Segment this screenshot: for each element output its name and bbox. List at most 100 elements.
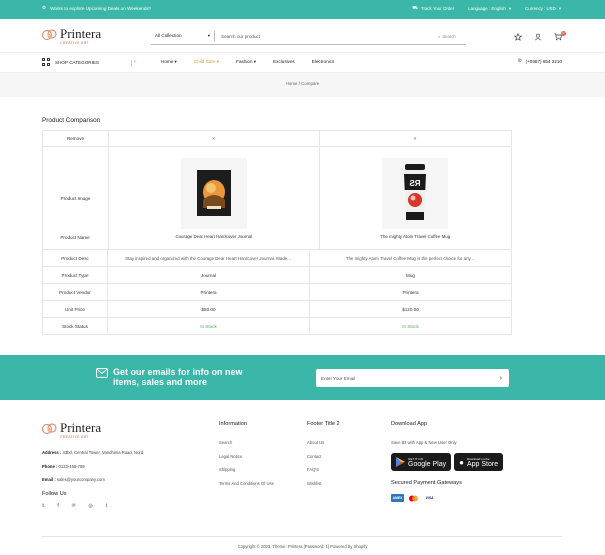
cart-count-badge: 0 (561, 31, 566, 36)
footer-column-2: Footer Title 2 About Us Contact FAQ'S Wi… (307, 421, 340, 490)
comparison-table-details: Product Desc Stay inspired and organized… (41, 249, 512, 335)
footer-link[interactable]: Wishlist (307, 477, 340, 491)
settings-icon: ⚙ (42, 5, 47, 10)
footer-column-information: Information Search Legal Notice Shipping… (219, 421, 274, 490)
nav-item-electronics[interactable]: Electronics (312, 59, 334, 65)
product-name-link[interactable]: Courage Dear Heart Hardcover Journal (109, 234, 319, 239)
arrow-right-icon[interactable]: › (500, 375, 502, 382)
search-button[interactable]: ⌕ Search (438, 34, 466, 39)
breadcrumb-home-link[interactable]: Home (286, 81, 298, 86)
support-phone[interactable]: ✆ (+0987) 654 3210 (518, 58, 562, 64)
comparison-table: Remove × × Product Image Courage Dear He… (42, 130, 513, 250)
email-value[interactable]: sales@yourcompany.com (57, 477, 105, 482)
stock-status: In Stock (107, 317, 310, 335)
language-label: Language : English (468, 6, 506, 11)
product-price: $120.00 (309, 300, 512, 318)
remove-button[interactable]: × (318, 130, 513, 147)
table-row: Remove × × (42, 130, 513, 147)
row-label-desc: Product Desc (41, 249, 109, 267)
table-row: Stock Status In Stock In Stock (41, 317, 512, 335)
product-name-link[interactable]: The mighty Atom Travel Coffee Mug (320, 234, 511, 239)
twitter-icon[interactable]: 𝕥 (42, 503, 44, 509)
product-type: Mug (309, 266, 512, 284)
copyright: Copyright © 2023. Theme: Printera [Passw… (237, 544, 368, 549)
product-price: $50.00 (107, 300, 310, 318)
footer-link[interactable]: Terms And Conditions Of Use (219, 477, 274, 491)
nav-label: Fashion (236, 59, 253, 64)
language-selector[interactable]: Language : English ▾ (468, 6, 511, 12)
phone-value[interactable]: 0123-456-789 (59, 464, 85, 469)
product-image-mug[interactable]: ƧЯ (382, 157, 449, 229)
remove-button[interactable]: × (108, 130, 320, 147)
page-title: Product Comparison (42, 117, 101, 124)
mail-icon (96, 368, 108, 380)
table-row: Product Type Journal Mug (41, 266, 512, 284)
currency-label: Currency : USD (525, 6, 556, 11)
phone-line: Phone : 0123-456-789 (42, 460, 143, 474)
tumblr-icon[interactable]: t (106, 503, 107, 509)
amex-icon: AMEX (391, 494, 404, 502)
site-header: Printera CREATIVE ART All Collection ▾ S… (0, 19, 605, 53)
search-icon: ⌕ (438, 33, 441, 39)
nav-label: Child Care (193, 59, 216, 64)
menu-toggle-icon[interactable]: ⁝⁝ (134, 59, 137, 64)
newsletter-heading-line: items, sales and more (113, 377, 208, 387)
footer-link[interactable]: Search (219, 436, 274, 450)
track-order-link[interactable]: ⛟ Track Your Order (412, 5, 454, 12)
brand-name: Printera (60, 26, 102, 41)
category-select[interactable]: All Collection ▾ (151, 33, 214, 39)
app-store-badge[interactable]: ● Download on the App Store (454, 453, 504, 471)
footer-link[interactable]: About Us (307, 436, 340, 450)
search-bar: All Collection ▾ Search our product ⌕ Se… (151, 28, 466, 45)
logo[interactable]: Printera CREATIVE ART (42, 26, 102, 45)
search-input[interactable]: Search our product (221, 34, 438, 39)
brand-name: Printera (60, 420, 102, 435)
svg-text:ƧЯ: ƧЯ (410, 179, 421, 188)
currency-selector[interactable]: Currency : USD ▾ (525, 6, 561, 12)
footer-logo[interactable]: Printera CREATIVE ART (42, 420, 102, 439)
row-label-price: Unit Price (41, 300, 109, 318)
app-promo-text: Save $3 with App & New User Only (391, 440, 457, 445)
newsletter-section: Get our emails for info on new items, sa… (0, 355, 605, 400)
address-value: 43bd, Central Tower, Vandhima Road, Nord (62, 450, 144, 455)
footer-column-title: Footer Title 2 (307, 421, 340, 427)
category-value: All Collection (155, 33, 182, 38)
wishlist-star-icon[interactable] (513, 32, 523, 41)
social-links: 𝕥 f ℗ ◎ t (42, 503, 107, 509)
product-desc-cell: Stay inspired and organized with the Cou… (107, 249, 310, 267)
promo-banner[interactable]: ⚙ Wants to explore Upcoming Deals on Wee… (42, 5, 151, 11)
mastercard-icon: MC (407, 494, 420, 502)
nav-item-fashion[interactable]: Fashion ▾ (236, 59, 256, 65)
pinterest-icon[interactable]: ℗ (72, 503, 76, 509)
logo-mark-icon (42, 28, 58, 42)
product-desc: Stay inspired and organized with the Cou… (125, 255, 291, 261)
row-label-type: Product Type (41, 266, 109, 284)
nav-item-home[interactable]: Home ▾ (161, 59, 177, 65)
badge-big-text: Google Play (408, 460, 447, 468)
chevron-down-icon: ▾ (558, 5, 561, 11)
nav-label: Home (161, 59, 174, 64)
apple-icon: ● (459, 457, 464, 467)
google-play-badge[interactable]: GET IT ON Google Play (391, 453, 452, 471)
nav-item-exclusives[interactable]: Exclusives (273, 59, 295, 65)
product-type: Journal (107, 266, 310, 284)
top-bar: ⚙ Wants to explore Upcoming Deals on Wee… (0, 0, 605, 19)
newsletter-email-input[interactable]: Enter Your Email › (316, 369, 509, 387)
chevron-down-icon: ▾ (253, 59, 257, 64)
product-cell: ƧЯ The mighty Atom Travel Coffee Mug (318, 146, 513, 250)
product-image-journal[interactable] (180, 157, 247, 229)
footer-link[interactable]: Legal Notice (219, 450, 274, 464)
facebook-icon[interactable]: f (57, 503, 58, 509)
cart-icon[interactable]: 0 (554, 31, 566, 41)
track-order-label: Track Your Order (420, 6, 455, 11)
instagram-icon[interactable]: ◎ (88, 503, 92, 509)
nav-item-child-care[interactable]: Child Care ▾ (194, 59, 219, 65)
brand-tagline: CREATIVE ART (60, 435, 89, 439)
footer-link[interactable]: Shipping (219, 463, 274, 477)
user-account-icon[interactable] (534, 33, 542, 41)
shop-categories-button[interactable]: SHOP CATEGORIES (42, 58, 99, 66)
footer-link[interactable]: FAQ'S (307, 463, 340, 477)
footer-link[interactable]: Contact (307, 450, 340, 464)
footer-column-title: Information (219, 421, 247, 427)
phone-number: (+0987) 654 3210 (525, 58, 562, 64)
